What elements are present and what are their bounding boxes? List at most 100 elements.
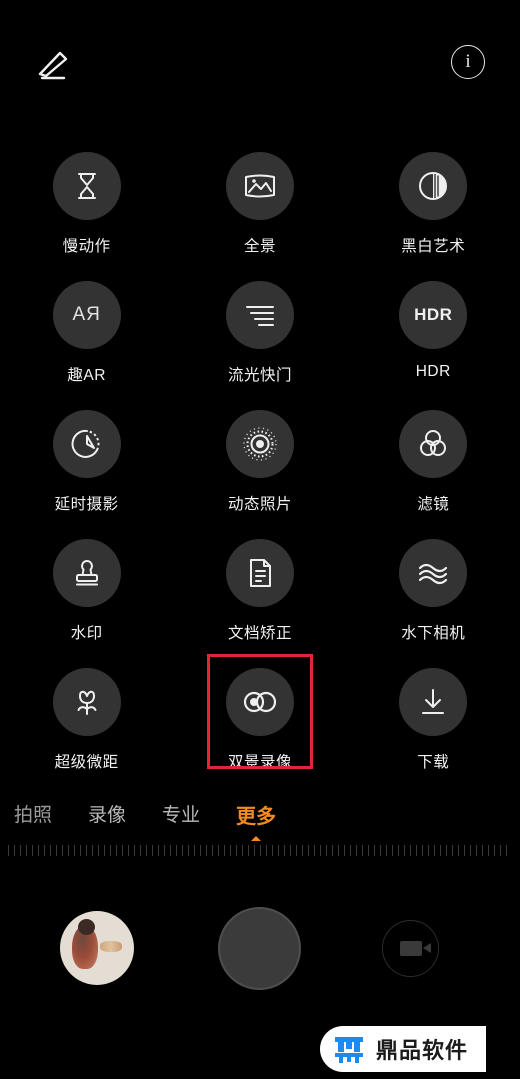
mode-document-correction[interactable]: 文档矫正 bbox=[173, 539, 346, 668]
mode-super-macro[interactable]: 超级微距 bbox=[0, 668, 173, 797]
zoom-ruler-tick bbox=[374, 845, 375, 856]
mode-watermark[interactable]: 水印 bbox=[0, 539, 173, 668]
mode-label: 超级微距 bbox=[54, 754, 119, 771]
time-lapse-icon bbox=[71, 429, 100, 458]
mode-row: 延时摄影 动态照片 滤镜 bbox=[0, 410, 520, 539]
document-scan-icon bbox=[249, 559, 271, 587]
zoom-ruler-tick bbox=[320, 845, 321, 856]
zoom-ruler-tick bbox=[188, 845, 189, 856]
zoom-ruler-tick bbox=[80, 845, 81, 856]
zoom-ruler-tick bbox=[92, 845, 93, 856]
zoom-ruler-tick bbox=[230, 845, 231, 856]
mode-grid: 慢动作 全景 黑白艺术 AЯ 趣AR 流光快门 HDR HDR 延时摄影 动态照… bbox=[0, 152, 520, 797]
zoom-ruler-tick bbox=[362, 845, 363, 856]
mode-underwater-camera[interactable]: 水下相机 bbox=[347, 539, 520, 668]
zoom-ruler-tick bbox=[68, 845, 69, 856]
zoom-ruler-tick bbox=[296, 845, 297, 856]
zoom-ruler-tick bbox=[236, 845, 237, 856]
zoom-ruler-tick bbox=[134, 845, 135, 856]
mode-icon-circle bbox=[225, 281, 294, 349]
pencil-edit-icon[interactable] bbox=[32, 44, 76, 84]
mode-label: HDR bbox=[415, 363, 451, 380]
mode-light-painting[interactable]: 流光快门 bbox=[173, 281, 346, 410]
zoom-ruler-tick bbox=[50, 845, 51, 856]
watermark-badge: 鼎品软件 bbox=[320, 1026, 487, 1072]
zoom-ruler-tick bbox=[500, 845, 501, 856]
mode-label: 流光快门 bbox=[227, 367, 292, 384]
mode-row: 超级微距 双景录像 下载 bbox=[0, 668, 520, 797]
mode-icon-circle bbox=[399, 410, 468, 478]
filter-icon bbox=[420, 430, 447, 456]
zoom-ruler-tick bbox=[62, 845, 63, 856]
zoom-ruler-tick bbox=[314, 845, 315, 856]
zoom-ruler-tick bbox=[302, 845, 303, 856]
zoom-ruler-tick bbox=[326, 845, 327, 856]
shutter-button[interactable] bbox=[218, 907, 301, 990]
zoom-ruler-tick bbox=[440, 845, 441, 856]
hourglass-icon bbox=[77, 173, 96, 199]
zoom-ruler-tick bbox=[494, 845, 495, 856]
mode-live-photo[interactable]: 动态照片 bbox=[173, 410, 346, 539]
zoom-ruler-tick bbox=[74, 845, 75, 856]
zoom-ruler-tick bbox=[434, 845, 435, 856]
top-bar: i bbox=[0, 0, 520, 110]
mode-panorama[interactable]: 全景 bbox=[173, 152, 346, 281]
thumbnail-subject-head bbox=[78, 919, 95, 935]
mode-download[interactable]: 下载 bbox=[347, 668, 520, 797]
mode-monochrome-art[interactable]: 黑白艺术 bbox=[347, 152, 520, 281]
mode-label: 水印 bbox=[70, 625, 103, 642]
zoom-ruler[interactable] bbox=[0, 845, 520, 859]
mode-fun-ar[interactable]: AЯ 趣AR bbox=[0, 281, 173, 410]
gallery-thumbnail[interactable] bbox=[60, 911, 134, 985]
zoom-ruler-tick bbox=[206, 845, 207, 856]
mode-hdr[interactable]: HDR HDR bbox=[347, 281, 520, 410]
zoom-ruler-tick bbox=[368, 845, 369, 856]
zoom-ruler-tick bbox=[332, 845, 333, 856]
zoom-ruler-tick bbox=[260, 845, 261, 856]
zoom-ruler-tick bbox=[488, 845, 489, 856]
mode-label: 延时摄影 bbox=[54, 496, 119, 513]
mode-icon-circle bbox=[399, 668, 468, 736]
zoom-ruler-tick bbox=[224, 845, 225, 856]
tab-more[interactable]: 更多 bbox=[236, 800, 277, 841]
mode-icon-circle bbox=[52, 668, 121, 736]
zoom-ruler-tick bbox=[14, 845, 15, 856]
zoom-ruler-tick bbox=[278, 845, 279, 856]
video-camera-icon bbox=[399, 941, 431, 956]
thumbnail-subject-detail bbox=[100, 941, 122, 952]
dingpin-logo-icon bbox=[335, 1037, 363, 1063]
mode-filters[interactable]: 滤镜 bbox=[347, 410, 520, 539]
mode-label: 下载 bbox=[417, 754, 450, 771]
mode-label: 慢动作 bbox=[62, 238, 111, 255]
mode-label: 动态照片 bbox=[227, 496, 292, 513]
mode-icon-circle bbox=[399, 152, 468, 220]
zoom-ruler-tick bbox=[356, 845, 357, 856]
mode-slow-motion[interactable]: 慢动作 bbox=[0, 152, 173, 281]
zoom-ruler-tick bbox=[20, 845, 21, 856]
tab-photo[interactable]: 拍照 bbox=[14, 800, 52, 827]
tab-video[interactable]: 录像 bbox=[88, 800, 126, 827]
panorama-icon bbox=[244, 174, 275, 198]
mode-icon-circle bbox=[225, 410, 294, 478]
hdr-icon: HDR bbox=[414, 305, 453, 324]
mode-icon-circle bbox=[52, 539, 121, 607]
mode-time-lapse[interactable]: 延时摄影 bbox=[0, 410, 173, 539]
zoom-ruler-tick bbox=[470, 845, 471, 856]
mode-dual-view-video[interactable]: 双景录像 bbox=[173, 668, 346, 797]
info-icon[interactable]: i bbox=[451, 45, 485, 79]
zoom-ruler-tick bbox=[170, 845, 171, 856]
mode-row: AЯ 趣AR 流光快门 HDR HDR bbox=[0, 281, 520, 410]
zoom-ruler-tick bbox=[308, 845, 309, 856]
mode-label: 全景 bbox=[243, 238, 276, 255]
video-mode-button[interactable] bbox=[382, 920, 439, 977]
tab-pro[interactable]: 专业 bbox=[162, 800, 200, 827]
zoom-ruler-tick bbox=[176, 845, 177, 856]
mode-row: 慢动作 全景 黑白艺术 bbox=[0, 152, 520, 281]
macro-flower-icon bbox=[77, 690, 97, 715]
tab-label: 更多 bbox=[236, 806, 277, 828]
zoom-ruler-tick bbox=[212, 845, 213, 856]
watermark-text: 鼎品软件 bbox=[376, 1038, 469, 1063]
mode-icon-circle bbox=[52, 410, 121, 478]
underwater-waves-icon bbox=[419, 563, 448, 585]
tab-label: 录像 bbox=[88, 805, 127, 826]
